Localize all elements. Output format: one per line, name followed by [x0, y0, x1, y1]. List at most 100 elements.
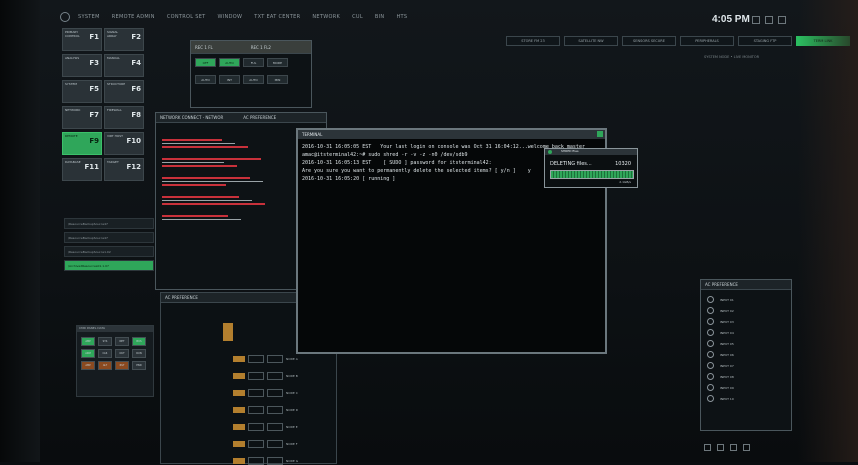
- radio-icon[interactable]: [707, 329, 714, 336]
- close-icon[interactable]: [597, 131, 603, 137]
- keypad-key[interactable]: ARM: [81, 349, 95, 358]
- tab-sensors[interactable]: SENSORS SECURE: [622, 36, 676, 46]
- radio-icon[interactable]: [707, 296, 714, 303]
- tree-node-label: NODE A: [286, 357, 298, 361]
- node-slot: [267, 389, 283, 397]
- radio-icon[interactable]: [707, 307, 714, 314]
- function-key-f4[interactable]: MANUAL F4: [104, 54, 144, 77]
- function-key-f2[interactable]: SIGNAL ARRAY F2: [104, 28, 144, 51]
- record-button[interactable]: OFF: [195, 58, 216, 67]
- function-key-f5[interactable]: SYSTEM F5: [62, 80, 102, 103]
- routing-row[interactable]: INPUT 10: [701, 393, 791, 404]
- menu-item[interactable]: BIN: [375, 14, 385, 20]
- menu-item[interactable]: CONTROL SET: [167, 14, 206, 20]
- function-key-f10[interactable]: VIRT HOST F10: [104, 132, 144, 155]
- record-button[interactable]: MIN: [267, 75, 288, 84]
- menu-item[interactable]: TXT EAT CENTER: [254, 14, 300, 20]
- os-logo-icon[interactable]: [60, 12, 70, 22]
- node-slot: [248, 457, 264, 465]
- routing-row[interactable]: INPUT 01: [701, 294, 791, 305]
- function-key-label: ANALYSIS: [65, 56, 80, 60]
- keypad-key[interactable]: ALT: [98, 361, 112, 370]
- function-key-code: F9: [89, 137, 99, 145]
- radio-icon[interactable]: [707, 318, 714, 325]
- list-item[interactable]: /ResourceBackupSource47: [64, 232, 154, 243]
- keypad-key[interactable]: AMP: [81, 361, 95, 370]
- keypad-key[interactable]: RUN: [132, 349, 146, 358]
- record-button[interactable]: AUTO: [243, 75, 264, 84]
- node-slot: [248, 372, 264, 380]
- keypad-key[interactable]: RST: [115, 361, 129, 370]
- function-key-f8[interactable]: FIREWALL F8: [104, 106, 144, 129]
- record-button[interactable]: FUL: [243, 58, 264, 67]
- tree-node[interactable]: NODE G: [233, 457, 298, 465]
- tab-store[interactable]: STORE FM 23: [506, 36, 560, 46]
- menu-item[interactable]: CUL: [352, 14, 363, 20]
- tree-node[interactable]: NODE A: [233, 355, 298, 363]
- settings-icon[interactable]: [752, 16, 760, 24]
- tree-node[interactable]: NODE F: [233, 440, 298, 448]
- routing-row-label: INPUT 10: [720, 396, 734, 401]
- record-buttons: OFF AUTO FUL MODE: [191, 54, 311, 71]
- keypad-key[interactable]: NET: [115, 337, 129, 346]
- radio-icon[interactable]: [707, 362, 714, 369]
- function-key-f3[interactable]: ANALYSIS F3: [62, 54, 102, 77]
- list-item[interactable]: /ResourceBackupSource47: [64, 218, 154, 229]
- menu-item[interactable]: NETWORK: [312, 14, 340, 20]
- function-key-f6[interactable]: STRUCTURE F6: [104, 80, 144, 103]
- radio-icon[interactable]: [707, 395, 714, 402]
- routing-row[interactable]: INPUT 07: [701, 360, 791, 371]
- back-icon[interactable]: [704, 444, 711, 451]
- tree-node[interactable]: NODE D: [233, 406, 298, 414]
- forward-icon[interactable]: [717, 444, 724, 451]
- routing-row[interactable]: INPUT 03: [701, 316, 791, 327]
- radio-icon[interactable]: [707, 373, 714, 380]
- keypad-key[interactable]: BUS: [132, 337, 146, 346]
- keypad-key[interactable]: CLR: [98, 349, 112, 358]
- shred-progress-dialog: SHRED files DELETING files... 10320 2.1G…: [544, 148, 638, 188]
- routing-row[interactable]: INPUT 08: [701, 371, 791, 382]
- menu-item[interactable]: SYSTEM: [78, 14, 100, 20]
- record-button[interactable]: INT: [219, 75, 240, 84]
- power-icon[interactable]: [743, 444, 750, 451]
- keypad-key[interactable]: SYS: [98, 337, 112, 346]
- record-button[interactable]: AUTO: [195, 75, 216, 84]
- function-key-f9[interactable]: REMOTE F9: [62, 132, 102, 155]
- routing-row[interactable]: INPUT 02: [701, 305, 791, 316]
- routing-row[interactable]: INPUT 06: [701, 349, 791, 360]
- tab-satellite[interactable]: SATELLITE NW: [564, 36, 618, 46]
- node-slot: [248, 355, 264, 363]
- radio-icon[interactable]: [707, 384, 714, 391]
- menu-item[interactable]: WINDOW: [218, 14, 243, 20]
- function-key-f11[interactable]: DATABASE F11: [62, 158, 102, 181]
- close-icon[interactable]: [778, 16, 786, 24]
- record-button[interactable]: MODE: [267, 58, 288, 67]
- menu-item[interactable]: HTS: [396, 14, 407, 20]
- terminal-title: TERMINAL: [298, 130, 605, 139]
- keypad-key[interactable]: AMP: [81, 337, 95, 346]
- keypad-key[interactable]: OUT: [115, 349, 129, 358]
- list-item-selected[interactable]: /ArchivedResources01.1.07: [64, 260, 154, 271]
- list-item[interactable]: /ResourceBackupSource1.02: [64, 246, 154, 257]
- grid-icon[interactable]: [730, 444, 737, 451]
- routing-row[interactable]: INPUT 09: [701, 382, 791, 393]
- record-button[interactable]: AUTO: [219, 58, 240, 67]
- radio-icon[interactable]: [707, 340, 714, 347]
- tab-peripherals[interactable]: PERIPHERALS: [680, 36, 734, 46]
- signal-bar: [162, 215, 228, 217]
- function-key-f12[interactable]: TARGET F12: [104, 158, 144, 181]
- window-icon[interactable]: [765, 16, 773, 24]
- tab-staging[interactable]: STAGING FTP: [738, 36, 792, 46]
- keypad-key[interactable]: END: [132, 361, 146, 370]
- tree-node[interactable]: NODE B: [233, 372, 298, 380]
- tree-node[interactable]: NODE C: [233, 389, 298, 397]
- radio-icon[interactable]: [707, 351, 714, 358]
- routing-row[interactable]: INPUT 05: [701, 338, 791, 349]
- tree-node[interactable]: NODE E: [233, 423, 298, 431]
- node-chip: [233, 441, 245, 447]
- function-key-f7[interactable]: NETWORK F7: [62, 106, 102, 129]
- tray-icons: [752, 16, 786, 24]
- function-key-f1[interactable]: PRIMARY CONTROL F1: [62, 28, 102, 51]
- routing-row[interactable]: INPUT 04: [701, 327, 791, 338]
- menu-item[interactable]: REMOTE ADMIN: [112, 14, 155, 20]
